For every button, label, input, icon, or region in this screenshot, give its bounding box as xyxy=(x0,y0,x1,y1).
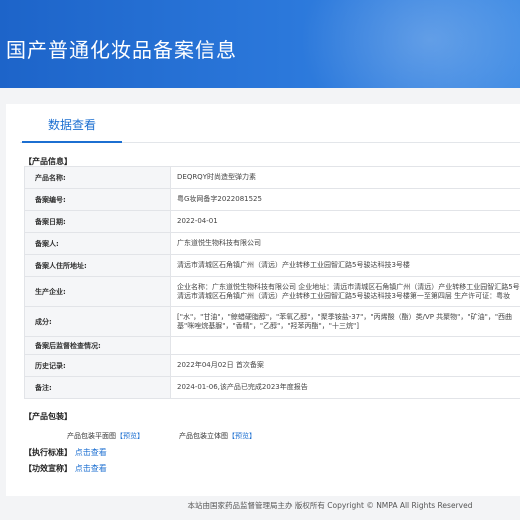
table-row: 备案人: 广东道悦生物科技有限公司 xyxy=(24,232,520,255)
row-label: 备案后监督检查情况: xyxy=(24,336,171,355)
table-row: 备案编号: 粤G妆网备字2022081525 xyxy=(24,188,520,211)
section-claims: 【功效宣称】 点击查看 xyxy=(24,463,107,474)
row-value-line: 企业名称：广东道悦生物科技有限公司 企业地址：清远市清城区石角镇广州（清远）产业… xyxy=(177,282,520,291)
section-standard: 【执行标准】 点击查看 xyxy=(24,447,107,458)
standard-view-link[interactable]: 点击查看 xyxy=(75,448,107,457)
row-label: 备案编号: xyxy=(24,188,171,211)
row-value-line: 2022-04-01 xyxy=(177,217,218,225)
row-value: 2022年04月02日 首次备案 xyxy=(170,354,520,377)
row-value: 企业名称：广东道悦生物科技有限公司 企业地址：清远市清城区石角镇广州（清远）产业… xyxy=(170,276,520,307)
table-row: 成分: ["水"，"甘油"，"鲸蜡硬脂醇"，"苯氧乙醇"，"聚季铵盐-37"，"丙… xyxy=(24,306,520,337)
row-label: 备案日期: xyxy=(24,210,171,233)
package-solid-label: 产品包装立体图 xyxy=(179,432,228,440)
header-glow xyxy=(300,0,520,88)
row-value-line: 清远市清城区石角镇广州（清远）产业转移工业园智汇路5号骏达科技3号楼 xyxy=(177,261,410,269)
tab-data-view[interactable]: 数据查看 xyxy=(22,104,122,143)
footer: 本站由国家药品监督管理局主办 版权所有 Copyright © NMPA All… xyxy=(0,496,520,516)
row-value-line: 粤G妆网备字2022081525 xyxy=(177,195,262,203)
section-package: 【产品包装】 xyxy=(24,412,72,421)
row-value-line: 基"咪唑烷基脲"，"香精"，"乙醇"，"羟苯丙酯"，"十三烷"] xyxy=(177,321,359,330)
row-value-line: 2022年04月02日 首次备案 xyxy=(177,361,264,369)
content-card: 数据查看 【产品信息】 产品名称: DEQRQY时尚造型弹力素 备案编号: 粤G妆网备… xyxy=(6,104,520,496)
row-label: 生产企业: xyxy=(24,276,171,307)
product-info-table: 产品名称: DEQRQY时尚造型弹力素 备案编号: 粤G妆网备字2022081525 备… xyxy=(24,166,520,399)
table-row: 备案日期: 2022-04-01 xyxy=(24,210,520,233)
row-label: 备案人住所地址: xyxy=(24,254,171,277)
row-label: 成分: xyxy=(24,306,171,337)
table-row: 备注: 2024-01-06,该产品已完成2023年度报告 xyxy=(24,376,520,399)
row-value: DEQRQY时尚造型弹力素 xyxy=(170,166,520,189)
row-label: 历史记录: xyxy=(24,354,171,377)
page-header: 国产普通化妆品备案信息 xyxy=(0,0,520,88)
package-flat-preview-link[interactable]: 【预览】 xyxy=(116,432,144,440)
table-row: 备案人住所地址: 清远市清城区石角镇广州（清远）产业转移工业园智汇路5号骏达科技3… xyxy=(24,254,520,277)
table-row: 备案后监督检查情况: xyxy=(24,336,520,355)
table-row: 历史记录: 2022年04月02日 首次备案 xyxy=(24,354,520,377)
row-label: 备案人: xyxy=(24,232,171,255)
tab-bar: 数据查看 xyxy=(20,104,520,143)
package-solid: 产品包装立体图【预览】 xyxy=(179,431,256,441)
row-value-line: 广东道悦生物科技有限公司 xyxy=(177,239,261,247)
row-label: 备注: xyxy=(24,376,171,399)
table-row: 生产企业: 企业名称：广东道悦生物科技有限公司 企业地址：清远市清城区石角镇广州（… xyxy=(24,276,520,307)
row-value-line: DEQRQY时尚造型弹力素 xyxy=(177,173,256,181)
package-flat: 产品包装平面图【预览】 xyxy=(67,431,144,441)
row-value-line: ["水"，"甘油"，"鲸蜡硬脂醇"，"苯氧乙醇"，"聚季铵盐-37"，"丙烯酸（… xyxy=(177,312,513,321)
package-solid-preview-link[interactable]: 【预览】 xyxy=(228,432,256,440)
standard-label: 【执行标准】 xyxy=(24,448,72,457)
row-value xyxy=(170,336,520,355)
page-title: 国产普通化妆品备案信息 xyxy=(6,38,237,62)
row-value: 2024-01-06,该产品已完成2023年度报告 xyxy=(170,376,520,399)
row-value-line: 2024-01-06,该产品已完成2023年度报告 xyxy=(177,383,308,391)
row-value: ["水"，"甘油"，"鲸蜡硬脂醇"，"苯氧乙醇"，"聚季铵盐-37"，"丙烯酸（… xyxy=(170,306,520,337)
table-row: 产品名称: DEQRQY时尚造型弹力素 xyxy=(24,166,520,189)
row-value: 清远市清城区石角镇广州（清远）产业转移工业园智汇路5号骏达科技3号楼 xyxy=(170,254,520,277)
row-value: 粤G妆网备字2022081525 xyxy=(170,188,520,211)
claims-view-link[interactable]: 点击查看 xyxy=(75,464,107,473)
row-value-line: 清远市清城区石角镇广州（清远）产业转移工业园智汇路5号骏达科技3号楼第一至第四层… xyxy=(177,291,511,300)
package-flat-label: 产品包装平面图 xyxy=(67,432,116,440)
footer-text: 本站由国家药品监督管理局主办 版权所有 Copyright © NMPA All… xyxy=(187,501,473,510)
row-value: 2022-04-01 xyxy=(170,210,520,233)
row-label: 产品名称: xyxy=(24,166,171,189)
claims-label: 【功效宣称】 xyxy=(24,464,72,473)
row-value: 广东道悦生物科技有限公司 xyxy=(170,232,520,255)
